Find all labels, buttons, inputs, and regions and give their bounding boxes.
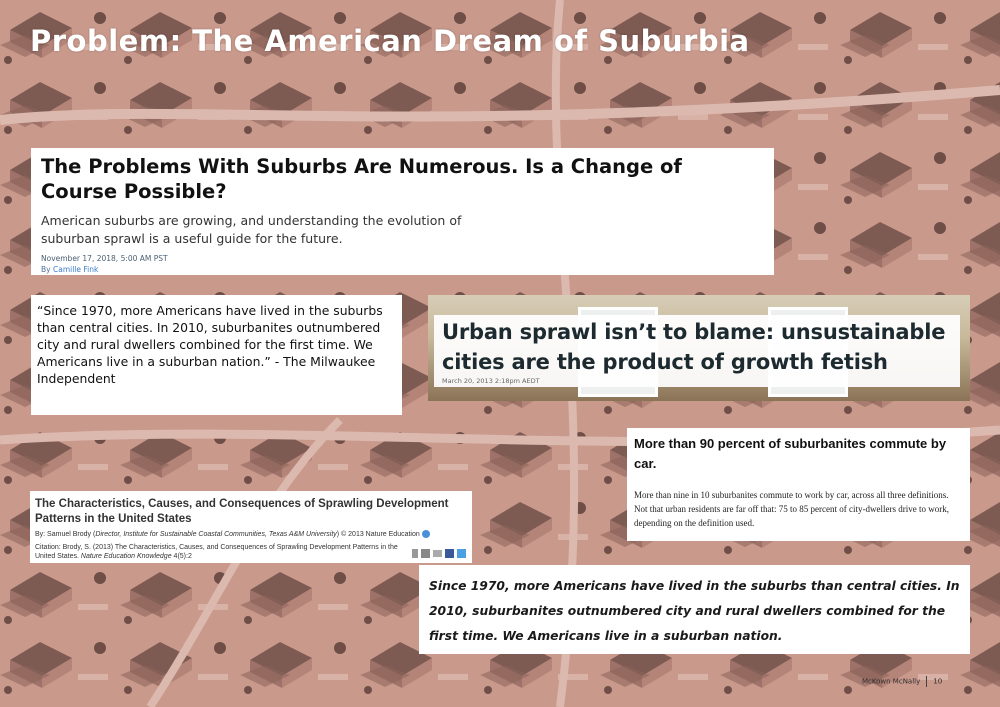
- article-subheadline: American suburbs are growing, and unders…: [41, 213, 462, 246]
- paper-byline: By: Samuel Brody (Director, Institute fo…: [35, 530, 467, 540]
- article-byline: By Camille Fink: [41, 265, 764, 274]
- slide-title: Problem: The American Dream of Suburbia: [30, 24, 750, 58]
- print-icon[interactable]: [421, 549, 430, 558]
- share-icons: [412, 549, 466, 558]
- stat-body: More than nine in 10 suburbanites commut…: [634, 490, 949, 528]
- quote-text: Since 1970, more Americans have lived in…: [429, 579, 960, 643]
- byline-end: ) © 2013 Nature Education: [336, 531, 420, 538]
- email-icon[interactable]: [433, 550, 442, 557]
- quote-clipping-milwaukee: “Since 1970, more Americans have lived i…: [31, 295, 402, 415]
- author-link[interactable]: Camille Fink: [53, 265, 98, 274]
- byline-prefix: By: [41, 265, 51, 274]
- footer-author: McKown McNally: [862, 677, 921, 686]
- quote-text: “Since 1970, more Americans have lived i…: [37, 303, 383, 386]
- citation-volume: 4(5):2: [173, 553, 192, 560]
- article-date: March 20, 2013 2:18pm AEDT: [442, 377, 540, 385]
- article-headline: The Problems With Suburbs Are Numerous. …: [41, 155, 682, 203]
- citation-journal: Nature Education Knowledge: [80, 553, 172, 560]
- paper-citation: Citation: Brody, S. (2013) The Character…: [35, 543, 405, 562]
- article-clipping-urban-sprawl: Urban sprawl isn’t to blame: unsustainab…: [428, 295, 970, 401]
- author-affiliation: Director, Institute for Sustainable Coas…: [95, 531, 337, 538]
- paper-title: The Characteristics, Causes, and Consequ…: [35, 498, 449, 525]
- commute-stat-clipping: More than 90 percent of suburbanites com…: [627, 428, 970, 541]
- facebook-icon[interactable]: [445, 549, 454, 558]
- quote-clipping-suburban-nation: Since 1970, more Americans have lived in…: [419, 565, 970, 654]
- stat-headline: More than 90 percent of suburbanites com…: [634, 436, 947, 471]
- article-clipping-suburbs: The Problems With Suburbs Are Numerous. …: [31, 148, 774, 275]
- slide-footer: McKown McNally 10: [862, 676, 942, 687]
- bookmark-icon[interactable]: [412, 549, 418, 558]
- info-icon[interactable]: [421, 530, 430, 539]
- byline-start: By: Samuel Brody (: [35, 531, 96, 538]
- footer-divider: [926, 676, 928, 687]
- article-headline: Urban sprawl isn’t to blame: unsustainab…: [442, 320, 946, 374]
- page-number: 10: [933, 677, 943, 686]
- twitter-icon[interactable]: [457, 549, 466, 558]
- article-date: November 17, 2018, 5:00 AM PST: [41, 254, 168, 263]
- paper-clipping-nature: The Characteristics, Causes, and Consequ…: [30, 491, 472, 563]
